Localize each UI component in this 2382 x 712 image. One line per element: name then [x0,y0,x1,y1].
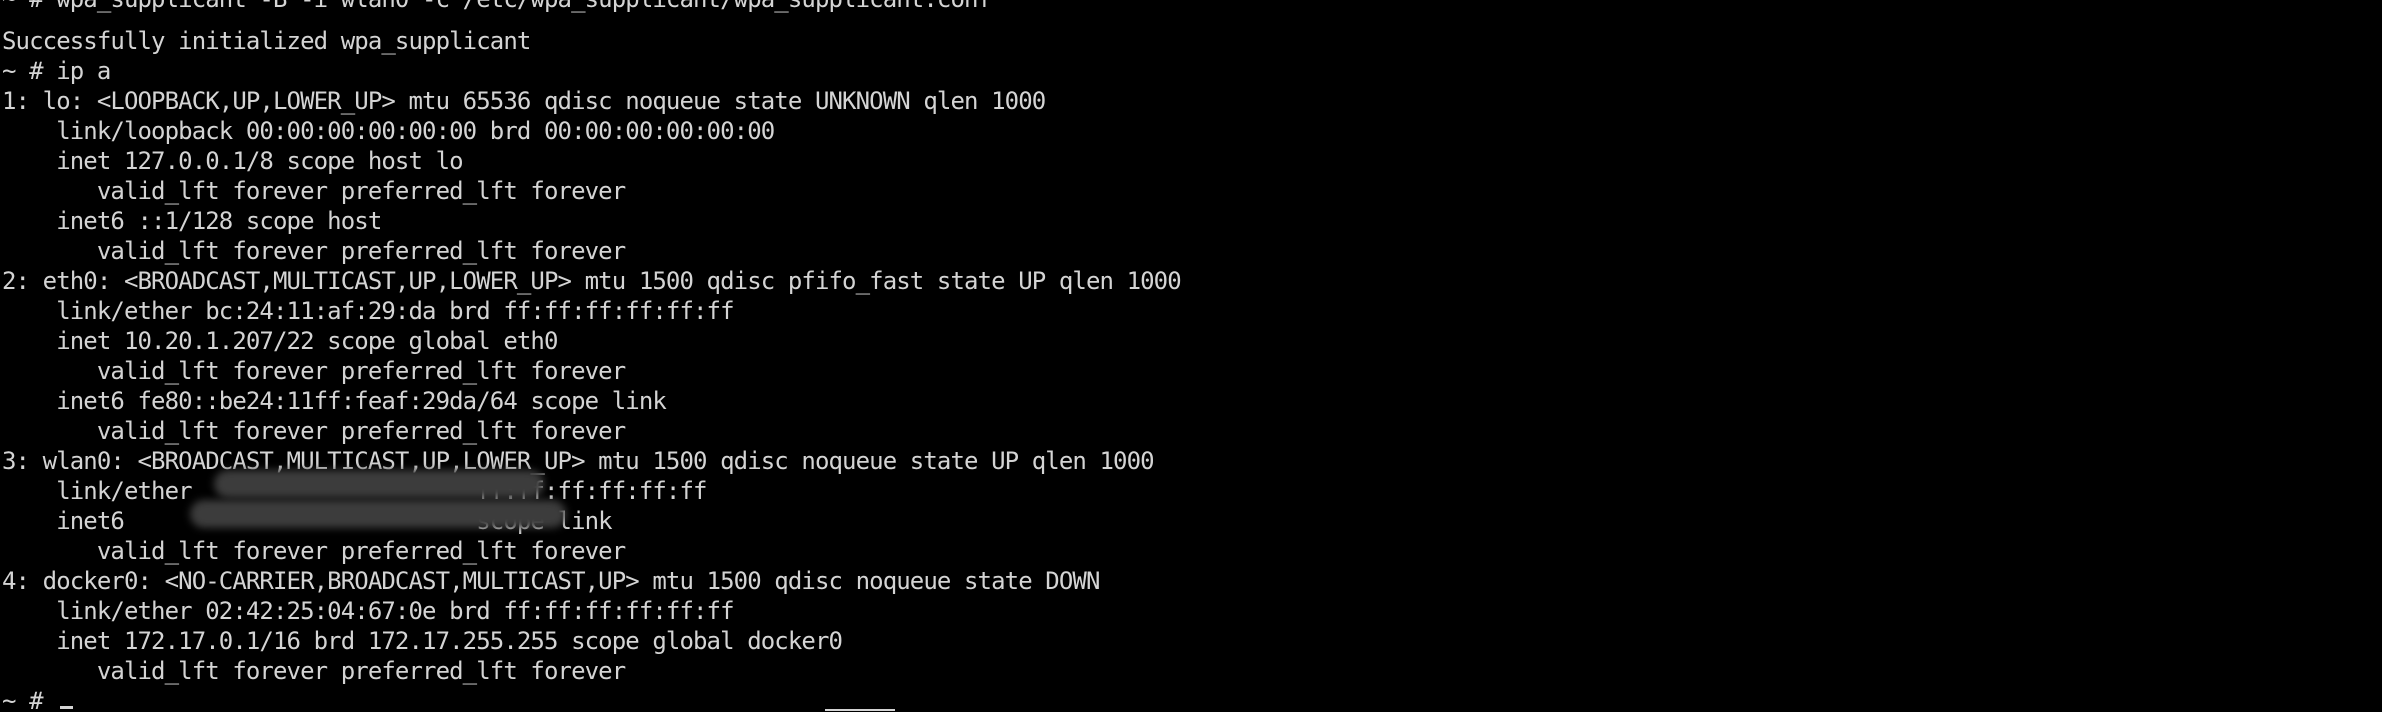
terminal-line: link/ether bc:24:11:af:29:da brd ff:ff:f… [2,297,734,325]
bottom-edge-mark [825,709,895,711]
terminal-line: Successfully initialized wpa_supplicant [2,27,531,55]
text-cursor [60,706,73,709]
terminal-line: valid_lft forever preferred_lft forever [2,657,626,685]
terminal-line: inet6 fe80::be24:11ff:feaf:29da/64 scope… [2,387,667,415]
terminal-line: valid_lft forever preferred_lft forever [2,237,626,265]
terminal-line: 3: wlan0: <BROADCAST,MULTICAST,UP,LOWER_… [2,447,1155,475]
terminal-line: valid_lft forever preferred_lft forever [2,417,626,445]
terminal-line: 1: lo: <LOOPBACK,UP,LOWER_UP> mtu 65536 … [2,87,1046,115]
terminal-line: inet6 ::1/128 scope host [2,207,382,235]
terminal-line: 4: docker0: <NO-CARRIER,BROADCAST,MULTIC… [2,567,1100,595]
terminal-line: valid_lft forever preferred_lft forever [2,537,626,565]
terminal-line: inet 127.0.0.1/8 scope host lo [2,147,463,175]
redacted-ipv6-address [190,500,566,528]
redacted-mac-address [214,470,544,498]
terminal-line: inet 172.17.0.1/16 brd 172.17.255.255 sc… [2,627,843,655]
terminal-line: valid_lft forever preferred_lft forever [2,177,626,205]
terminal-line: ~ # ip a [2,57,111,85]
terminal-console[interactable]: ~ # wpa_supplicant -B -i wlan0 -c /etc/w… [0,0,2382,712]
terminal-prompt: ~ # [2,687,57,712]
terminal-line: inet 10.20.1.207/22 scope global eth0 [2,327,558,355]
terminal-line: link/loopback 00:00:00:00:00:00 brd 00:0… [2,117,775,145]
terminal-line: valid_lft forever preferred_lft forever [2,357,626,385]
terminal-line: 2: eth0: <BROADCAST,MULTICAST,UP,LOWER_U… [2,267,1182,295]
terminal-line: ~ # wpa_supplicant -B -i wlan0 -c /etc/w… [2,0,992,14]
terminal-line: link/ether 02:42:25:04:67:0e brd ff:ff:f… [2,597,734,625]
